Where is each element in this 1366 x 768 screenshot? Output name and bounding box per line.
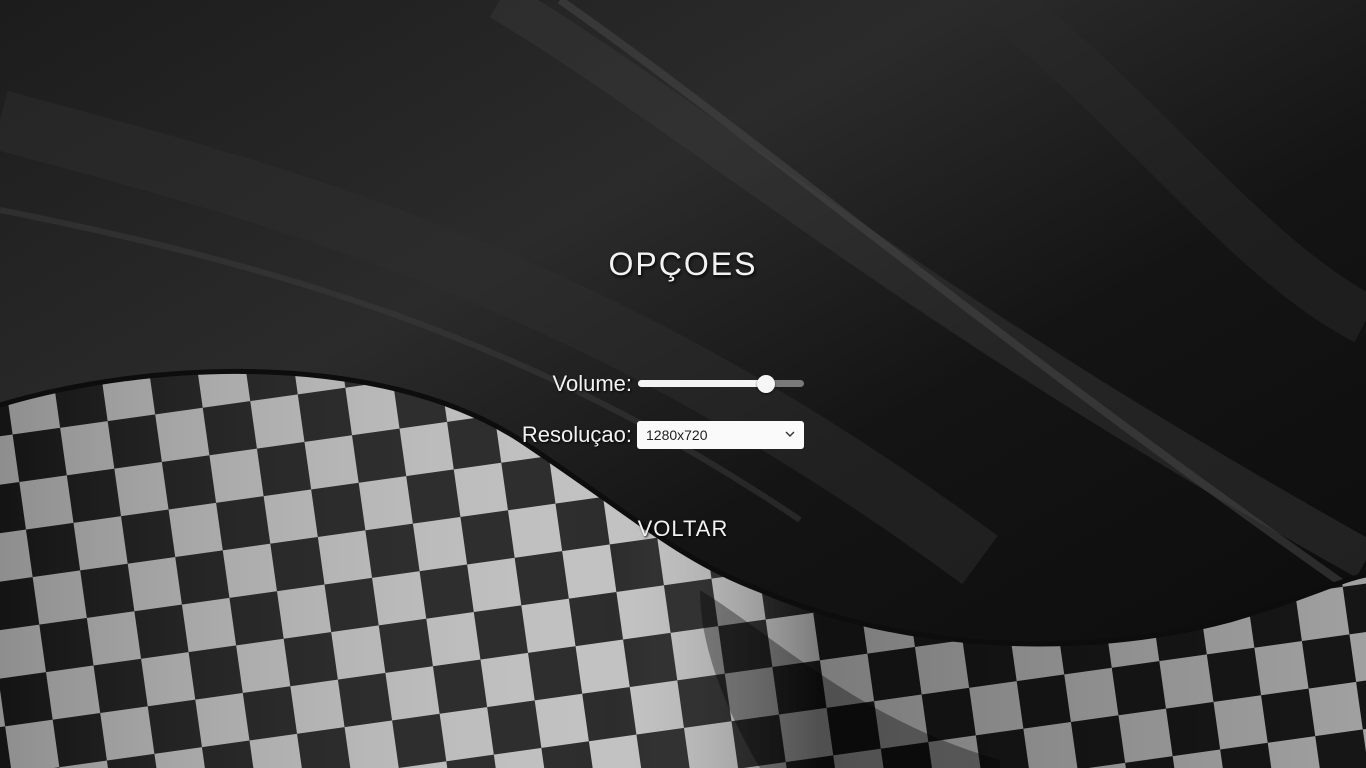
chevron-down-icon [785, 431, 795, 437]
page-title: OPÇOES [608, 246, 758, 282]
volume-slider-handle[interactable] [757, 375, 775, 393]
volume-slider-fill [638, 380, 766, 387]
volume-label: Volume: [552, 371, 633, 396]
resolution-dropdown[interactable]: 1280x720 [637, 421, 804, 449]
resolution-label: Resoluçao: [521, 422, 632, 447]
options-screen: OPÇOES Volume: Resoluçao: 1280x720 VOLTA… [0, 0, 1366, 768]
back-button[interactable]: VOLTAR [583, 512, 783, 546]
resolution-selected-value: 1280x720 [646, 427, 708, 443]
volume-slider[interactable] [638, 375, 804, 393]
